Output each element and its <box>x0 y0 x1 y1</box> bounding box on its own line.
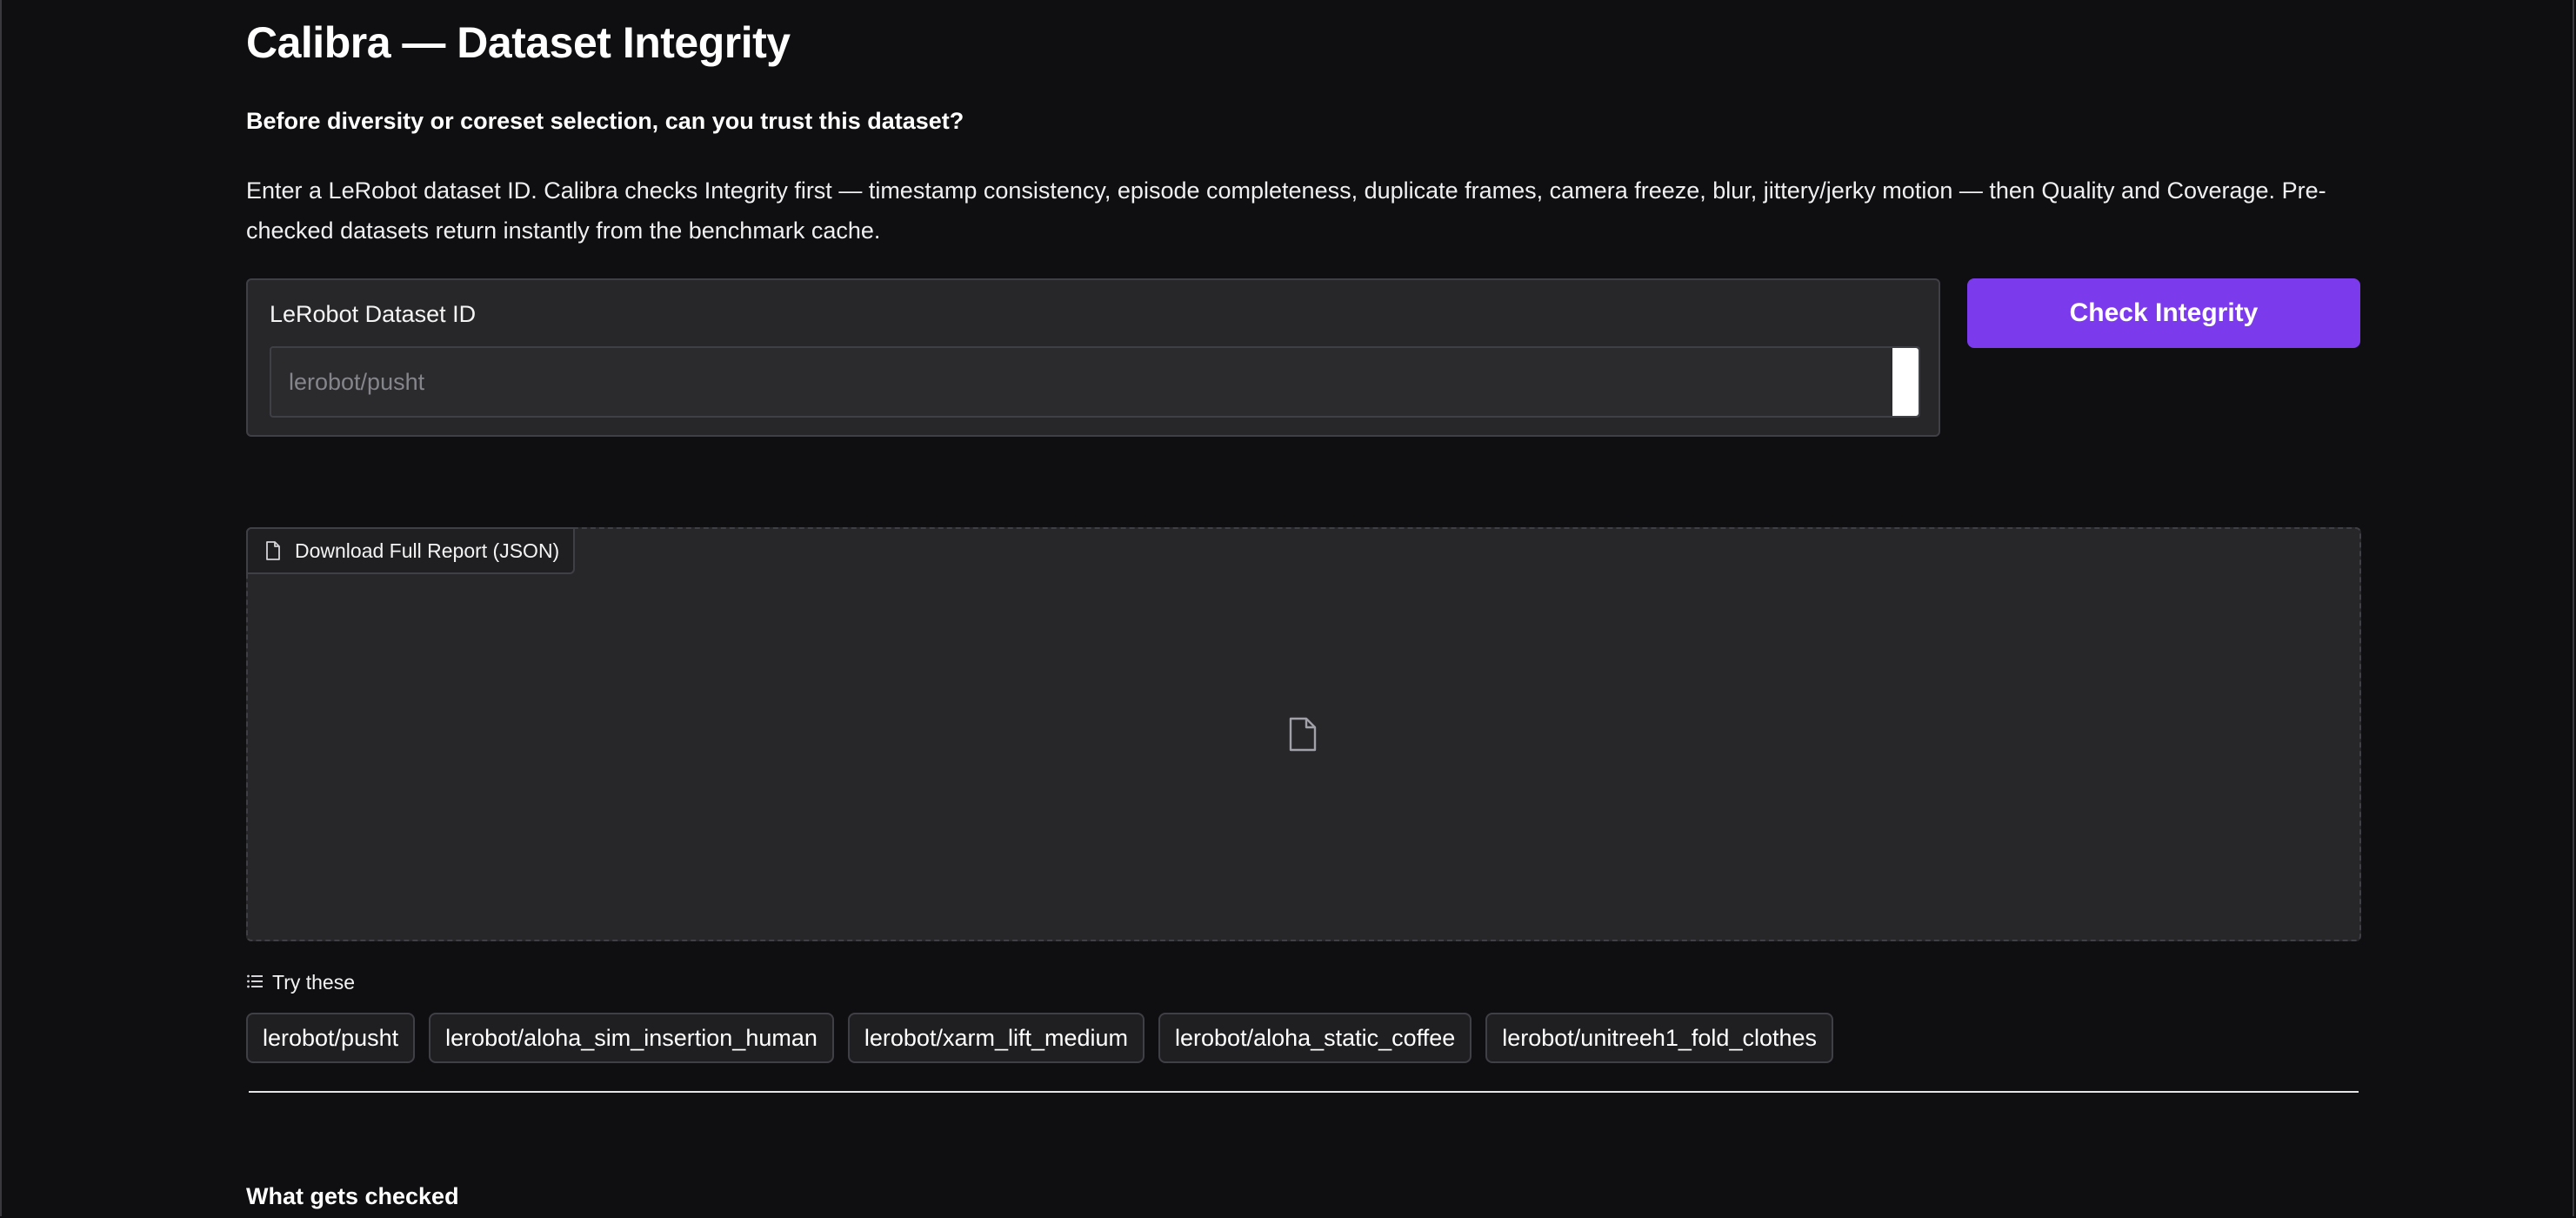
report-file-panel: Download Full Report (JSON) <box>246 527 2361 941</box>
check-integrity-button[interactable]: Check Integrity <box>1967 278 2360 348</box>
section-divider <box>249 1091 2359 1093</box>
empty-file-icon <box>1288 717 1318 756</box>
page-title: Calibra — Dataset Integrity <box>246 18 791 67</box>
what-gets-checked-heading: What gets checked <box>246 1183 459 1209</box>
examples-header: Try these <box>246 971 355 994</box>
example-chip[interactable]: lerobot/aloha_sim_insertion_human <box>429 1013 834 1063</box>
download-report-button[interactable]: Download Full Report (JSON) <box>246 527 576 574</box>
dataset-id-input[interactable] <box>271 348 1891 416</box>
dataset-id-block: LeRobot Dataset ID <box>246 278 1940 437</box>
dataset-id-label: LeRobot Dataset ID <box>270 301 477 327</box>
download-report-label: Download Full Report (JSON) <box>295 539 560 562</box>
example-chip[interactable]: lerobot/unitreeh1_fold_clothes <box>1485 1013 1834 1063</box>
example-chip[interactable]: lerobot/pusht <box>246 1013 416 1063</box>
examples-label: Try these <box>272 971 356 994</box>
file-icon <box>265 541 281 560</box>
dataset-id-field[interactable] <box>270 346 1920 418</box>
list-icon <box>246 971 264 994</box>
page-description: Enter a LeRobot dataset ID. Calibra chec… <box>246 177 2326 244</box>
example-chip[interactable]: lerobot/aloha_static_coffee <box>1158 1013 1472 1063</box>
app-window: Calibra — Dataset Integrity Before diver… <box>0 0 2574 1216</box>
page-subtitle: Before diversity or coreset selection, c… <box>246 108 964 134</box>
examples-list: lerobot/pusht lerobot/aloha_sim_insertio… <box>246 1013 1834 1063</box>
input-scrollbar[interactable] <box>1892 348 1919 416</box>
example-chip[interactable]: lerobot/xarm_lift_medium <box>847 1013 1145 1063</box>
